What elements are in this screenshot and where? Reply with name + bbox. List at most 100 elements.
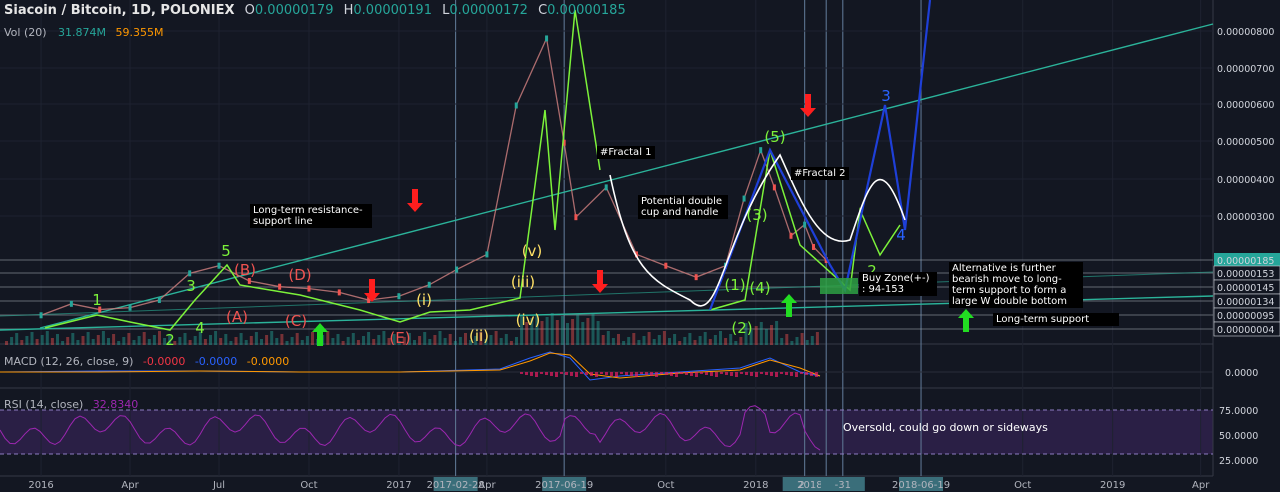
macd-hist-bar-28 <box>660 372 663 374</box>
volume-bar-120 <box>617 334 620 345</box>
volume-bar-157 <box>805 340 809 345</box>
macd-hist-bar-29 <box>665 372 668 375</box>
volume-bar-139 <box>713 335 717 345</box>
volume-bar-53 <box>275 338 279 345</box>
volume-bar-144 <box>739 337 743 345</box>
price-point-9 <box>307 285 311 292</box>
wave-label-9: (E) <box>389 329 410 347</box>
y-tick-label-4: 0.00000400 <box>1217 175 1274 186</box>
macd-hist-bar-4 <box>540 372 543 374</box>
price-point-20 <box>604 184 608 191</box>
volume-bar-109 <box>560 316 564 345</box>
oversold-note: Oversold, could go down or sideways <box>843 421 1048 434</box>
wave-label-19: (5) <box>764 128 785 146</box>
wave-label-4: 5 <box>221 242 231 260</box>
rsi-value: 32.8340 <box>92 398 139 411</box>
symbol-title: Siacoin / Bitcoin, 1D, POLONIEX <box>4 3 235 18</box>
macd-hist-bar-11 <box>575 372 578 377</box>
volume-bar-9 <box>50 338 54 345</box>
macd-hist-bar-34 <box>690 372 693 376</box>
y-tick-label-9: 0.00000134 <box>1217 297 1274 308</box>
volume-bar-13 <box>71 333 75 345</box>
macd-hist-bar-38 <box>710 372 713 376</box>
volume-bar-155 <box>795 337 799 345</box>
macd-hist-bar-35 <box>695 372 698 377</box>
macd-hist-bar-19 <box>615 372 618 377</box>
macd-hist-bar-16 <box>600 372 603 374</box>
volume-bar-41 <box>214 331 218 345</box>
y-tick-label-6: 0.00000185 <box>1217 256 1274 267</box>
y-tick-label-8: 0.00000145 <box>1217 283 1274 294</box>
longterm-note: Long-term support <box>993 313 1119 326</box>
y-tick-label-0: 0.00000800 <box>1217 27 1274 38</box>
x-tick-label-13: 2018-06-19 <box>892 480 950 491</box>
price-point-30 <box>811 243 815 250</box>
macd-hist-bar-41 <box>725 372 728 375</box>
wave-label-16: (2) <box>731 319 752 337</box>
price-point-28 <box>789 232 793 239</box>
macd-hist-bar-47 <box>755 372 758 377</box>
wave-label-3: 4 <box>195 319 205 337</box>
price-point-1 <box>69 300 73 307</box>
volume-bar-140 <box>719 331 722 345</box>
macd-hist-bar-13 <box>585 372 588 375</box>
volume-bar-2 <box>15 333 19 345</box>
volume-bar-98 <box>504 334 508 345</box>
macd-hist-bar-21 <box>625 372 628 375</box>
volume-bar-35 <box>183 333 187 345</box>
price-point-5 <box>188 270 192 277</box>
volume-bar-106 <box>545 317 549 345</box>
volume-bar-112 <box>576 315 580 345</box>
volume-bar-153 <box>785 334 789 345</box>
volume-bar-122 <box>627 337 631 345</box>
wave-label-21: 4 <box>896 226 906 244</box>
wave-label-11: (ii) <box>469 327 489 345</box>
volume-bar-131 <box>673 334 677 345</box>
volume-bar-5 <box>30 332 34 345</box>
chart-header: Siacoin / Bitcoin, 1D, POLONIEX O0.00000… <box>4 3 626 18</box>
macd-hist-bar-50 <box>770 372 773 376</box>
volume-bar-141 <box>724 338 728 345</box>
volume-bar-3 <box>20 340 24 345</box>
volume-bar-113 <box>581 322 585 345</box>
volume-bar-36 <box>188 340 192 345</box>
volume-bar-152 <box>780 338 784 345</box>
volume-bar-95 <box>489 335 493 345</box>
volume-bar-151 <box>775 321 779 345</box>
macd-hist-bar-7 <box>555 372 558 377</box>
rsi-tick-label-1: 50.0000 <box>1219 431 1258 442</box>
chart-canvas[interactable]: 2016 Apr Jul Oct 2017 2017-02-28Apr 2017-06-19… <box>0 0 1280 492</box>
macd-hist-bar-9 <box>565 372 568 375</box>
volume-bar-10 <box>56 334 59 345</box>
volume-bar-40 <box>209 335 212 345</box>
wave-label-17: (3) <box>746 206 767 224</box>
volume-bar-83 <box>428 339 432 345</box>
macd-hist-bar-55 <box>795 372 798 377</box>
volume-bar-30 <box>158 331 161 345</box>
wave-label-14: (v) <box>522 242 543 260</box>
wave-label-15: (1) <box>724 276 745 294</box>
volume-bar-117 <box>601 335 605 345</box>
volume-bar-121 <box>622 341 626 345</box>
macd-hist-bar-53 <box>785 372 788 375</box>
volume-legend: Vol (20) 31.874M 59.355M <box>4 26 164 39</box>
volume-bar-111 <box>571 319 575 345</box>
macd-legend: MACD (12, 26, close, 9) -0.0000 -0.0000 … <box>4 355 289 368</box>
volume-bar-8 <box>45 331 49 345</box>
macd-hist-bar-20 <box>620 372 623 374</box>
wave-label-7: (C) <box>285 312 307 330</box>
price-point-16 <box>514 102 518 109</box>
volume-bar-44 <box>229 341 233 345</box>
volume-bar-150 <box>770 325 773 345</box>
price-point-27 <box>772 184 776 191</box>
volume-bar-17 <box>91 339 95 345</box>
volume-bar-72 <box>372 339 376 345</box>
macd-hist-bar-43 <box>735 372 738 377</box>
volume-bar-133 <box>683 337 687 345</box>
wave-label-20: 3 <box>881 87 891 105</box>
price-point-8 <box>278 283 282 290</box>
volume-bar-7 <box>40 335 44 345</box>
volume-bar-128 <box>657 335 661 345</box>
x-tick-label-7: 2017-06-19 <box>535 480 593 491</box>
volume-bar-82 <box>423 332 427 345</box>
